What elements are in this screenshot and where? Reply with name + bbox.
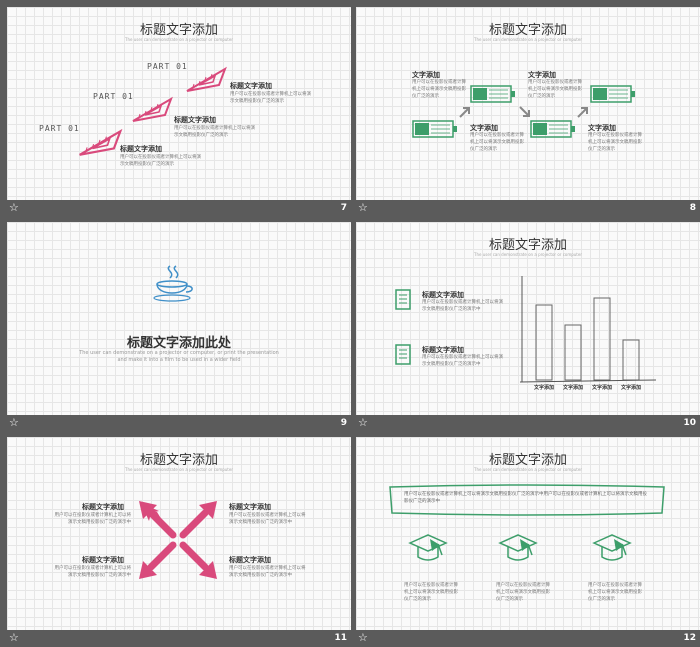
slide-title: 标题文字添加	[488, 453, 567, 468]
block-heading: 标题文字添加	[229, 556, 271, 564]
block-heading: 标题文字添加	[120, 145, 162, 153]
slide-canvas: 标题文字添加此处 The user can demonstrate on a p…	[7, 222, 351, 415]
part-label: PART 01	[147, 62, 188, 71]
slide-footer: ☆ 8	[356, 200, 700, 217]
block-text: 用户可以在投影仪或者计算机上可以将演示文稿用投影仪广泛的演示中	[422, 300, 503, 312]
caption-text: 用户可以在投影仪或者计算机上可以将演示文稿用投影仪广泛的演示	[496, 583, 550, 602]
caption-text: 用户可以在投影仪或者计算机上可以将演示文稿用投影仪广泛的演示	[404, 583, 458, 602]
slide-thumbnail-12[interactable]: 标题文字添加 The user can demonstrate on a pro…	[356, 437, 700, 647]
slide-footer: ☆ 10	[356, 415, 700, 432]
slide-subtitle: The user can demonstrate on a projector …	[474, 37, 582, 42]
ruler-icon	[79, 128, 123, 156]
slide-footer: ☆ 9	[7, 415, 351, 432]
slide-footer: ☆ 7	[7, 200, 351, 217]
part-label: PART 01	[93, 92, 134, 101]
coffee-cup-icon	[153, 265, 193, 302]
slide-subtitle: The user can demonstrate on a projector …	[474, 252, 582, 257]
block-heading: 标题文字添加	[82, 503, 124, 511]
book-icon	[395, 344, 411, 365]
star-icon[interactable]: ☆	[9, 631, 19, 645]
chart-bar	[622, 339, 640, 381]
block-text: 用户可以在投影仪或者计算机上可以将演示文稿用投影仪广泛的演示	[412, 80, 466, 99]
graduation-cap-icon	[498, 534, 538, 561]
block-text: 用户可以在投影仪或者计算机上可以将演示文稿用投影仪广泛的演示	[120, 155, 201, 167]
block-text: 用户可以在投影仪或者计算机上可以将演示文稿用投影仪广泛的演示	[230, 92, 311, 104]
slide-title: 标题文字添加此处	[126, 336, 231, 351]
slide-thumbnail-7[interactable]: 标题文字添加 The user can demonstrate on a pro…	[7, 7, 351, 217]
block-text: 用户可以在投影仪或者计算机上可以将演示文稿用投影仪广泛的演示中	[54, 513, 132, 525]
slide-number: 7	[340, 203, 347, 213]
star-icon[interactable]: ☆	[358, 201, 368, 215]
chart-bar	[593, 297, 611, 381]
block-text: 用户可以在投影仪或者计算机上可以将演示文稿用投影仪广泛的演示中	[229, 513, 306, 525]
block-heading: 标题文字添加	[174, 116, 216, 124]
star-icon[interactable]: ☆	[9, 201, 19, 215]
four-arrows-icon	[139, 501, 217, 579]
block-text: 用户可以在投影仪或者计算机上可以将演示文稿用投影仪广泛的演示	[588, 133, 642, 152]
ruler-icon	[186, 66, 227, 92]
battery-icon	[470, 85, 515, 103]
slide-thumbnail-10[interactable]: 标题文字添加 The user can demonstrate on a pro…	[356, 222, 700, 432]
axis-label: 文字添加	[621, 385, 642, 391]
arrow-icon	[519, 106, 530, 117]
chart-bar	[564, 324, 582, 381]
slide-subtitle: The user can demonstrate on a projector …	[79, 350, 279, 356]
slide-thumbnail-11[interactable]: 标题文字添加 The user can demonstrate on a pro…	[7, 437, 351, 647]
slide-subtitle: The user can demonstrate on a projector …	[125, 37, 233, 42]
slide-number: 12	[683, 633, 696, 643]
star-icon[interactable]: ☆	[9, 416, 19, 430]
slide-title: 标题文字添加	[488, 238, 567, 253]
slide-number: 10	[683, 418, 696, 428]
banner-text: 用户可以在投影仪或者计算机上可以将演示文稿用投影仪广泛的演示中用户可以在投影仪或…	[404, 492, 647, 504]
block-text: 用户可以在投影仪或者计算机上可以将演示文稿用投影仪广泛的演示中	[54, 566, 132, 578]
slide-number: 9	[340, 418, 347, 428]
slide-thumbnail-9[interactable]: 标题文字添加此处 The user can demonstrate on a p…	[7, 222, 351, 432]
battery-icon	[530, 120, 575, 138]
slide-title: 标题文字添加	[139, 453, 218, 468]
arrow-icon	[577, 107, 588, 118]
slide-canvas: 标题文字添加 The user can demonstrate on a pro…	[356, 222, 700, 415]
slide-title: 标题文字添加	[488, 23, 567, 38]
block-heading: 标题文字添加	[229, 503, 271, 511]
axis-label: 文字添加	[563, 385, 584, 391]
block-heading: 标题文字添加	[82, 556, 124, 564]
slide-number: 8	[689, 203, 696, 213]
slide-subtitle: The user can demonstrate on a projector …	[125, 467, 233, 472]
slide-title: 标题文字添加	[139, 23, 218, 38]
ruler-icon	[132, 96, 173, 122]
slide-canvas: 标题文字添加 The user can demonstrate on a pro…	[7, 7, 351, 200]
caption-text: 用户可以在投影仪或者计算机上可以将演示文稿用投影仪广泛的演示	[588, 583, 642, 602]
slide-canvas: 标题文字添加 The user can demonstrate on a pro…	[356, 7, 700, 200]
slide-footer: ☆ 12	[356, 630, 700, 647]
block-heading: 标题文字添加	[230, 82, 272, 90]
slide-number: 11	[334, 633, 347, 643]
star-icon[interactable]: ☆	[358, 416, 368, 430]
slide-subtitle: and make it into a film to be used in a …	[117, 357, 241, 363]
part-label: PART 01	[39, 124, 80, 133]
axis-label: 文字添加	[592, 385, 613, 391]
axis-label: 文字添加	[534, 385, 555, 391]
block-text: 用户可以在投影仪或者计算机上可以将演示文稿用投影仪广泛的演示	[528, 80, 582, 99]
slide-canvas: 标题文字添加 The user can demonstrate on a pro…	[7, 437, 351, 630]
star-icon[interactable]: ☆	[358, 631, 368, 645]
slide-footer: ☆ 11	[7, 630, 351, 647]
battery-icon	[412, 120, 457, 138]
block-text: 用户可以在投影仪或者计算机上可以将演示文稿用投影仪广泛的演示中	[229, 566, 306, 578]
battery-icon	[590, 85, 635, 103]
slide-thumbnail-8[interactable]: 标题文字添加 The user can demonstrate on a pro…	[356, 7, 700, 217]
book-icon	[395, 289, 411, 310]
slide-canvas: 标题文字添加 The user can demonstrate on a pro…	[356, 437, 700, 630]
slide-subtitle: The user can demonstrate on a projector …	[474, 467, 582, 472]
graduation-cap-icon	[408, 534, 448, 561]
chart-bar	[535, 304, 553, 381]
block-text: 用户可以在投影仪或者计算机上可以将演示文稿用投影仪广泛的演示	[174, 126, 255, 138]
block-text: 用户可以在投影仪或者计算机上可以将演示文稿用投影仪广泛的演示	[470, 133, 524, 152]
bar-chart	[519, 276, 657, 383]
graduation-cap-icon	[592, 534, 632, 561]
block-text: 用户可以在投影仪或者计算机上可以将演示文稿用投影仪广泛的演示中	[422, 355, 503, 367]
arrow-icon	[459, 107, 470, 118]
